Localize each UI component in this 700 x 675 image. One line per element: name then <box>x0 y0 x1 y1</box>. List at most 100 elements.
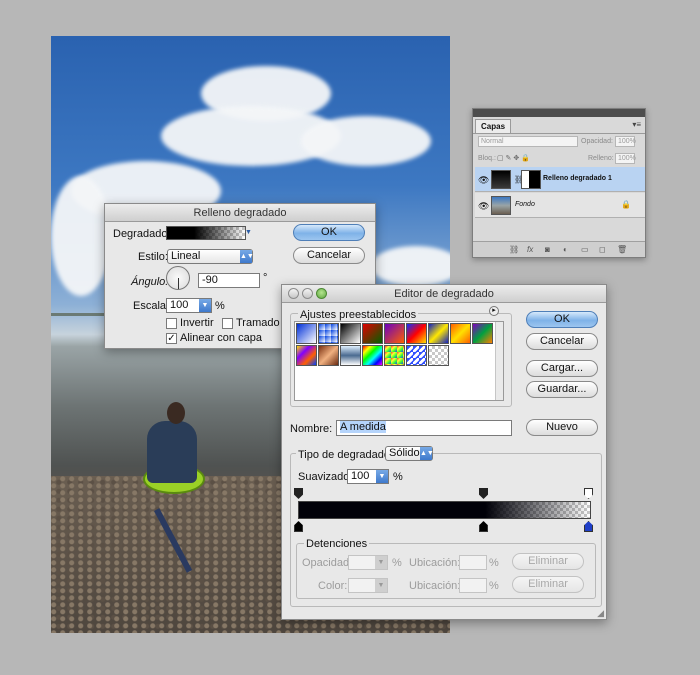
chevron-updown-icon: ▲▼ <box>240 250 254 263</box>
layer-row[interactable]: 👁 ⛓ Relleno degradado 1 <box>475 167 645 192</box>
angle-dial[interactable] <box>166 266 190 290</box>
minimize-icon[interactable] <box>302 288 313 299</box>
fill-field[interactable]: 100% <box>615 153 636 164</box>
smoothness-input[interactable]: 100 ▼ <box>347 469 389 484</box>
angle-input[interactable]: -90 <box>198 273 260 288</box>
chevron-down-icon[interactable]: ▼ <box>375 579 387 592</box>
preset-swatch[interactable] <box>450 323 471 344</box>
gradient-editor-window: Editor de degradado Ajustes preestableci… <box>281 284 607 620</box>
preset-swatch[interactable] <box>340 345 361 366</box>
layers-tab[interactable]: Capas <box>475 119 512 133</box>
new-layer-icon[interactable]: ◻ <box>599 245 606 254</box>
stop-color-swatch[interactable]: ▼ <box>348 578 388 593</box>
preset-swatch[interactable] <box>318 323 339 344</box>
gradient-label: Degradado: <box>113 228 171 240</box>
fill-label: Relleno: <box>588 155 614 162</box>
smoothness-unit: % <box>393 471 403 483</box>
adjustment-icon[interactable]: ◐ <box>563 245 568 254</box>
preset-swatch[interactable] <box>296 345 317 366</box>
opacity-field[interactable]: 100% <box>615 136 636 147</box>
gradient-layer-thumbnail <box>491 170 511 189</box>
preset-swatch[interactable] <box>406 323 427 344</box>
lock-icons[interactable]: ▢ ✎ ✥ 🔒 <box>497 154 530 162</box>
align-label: Alinear con capa <box>180 332 262 344</box>
stop-opacity-label: Opacidad: <box>302 557 353 569</box>
preset-swatch[interactable] <box>362 323 383 344</box>
cloud <box>301 116 431 166</box>
preset-swatch[interactable] <box>428 323 449 344</box>
presets-menu-icon[interactable]: ▸ <box>489 306 499 316</box>
layer-row[interactable]: 👁 Fondo 🔒 <box>475 193 645 218</box>
dialog-title: Relleno degradado <box>105 204 375 222</box>
close-icon[interactable] <box>288 288 299 299</box>
preset-swatch[interactable] <box>362 345 383 366</box>
gradient-dropdown-arrow[interactable]: ▼ <box>245 226 252 240</box>
layer-mask-thumbnail <box>521 170 541 189</box>
save-button[interactable]: Guardar... <box>526 381 598 398</box>
preset-swatch[interactable] <box>428 345 449 366</box>
stop-color-location-label: Ubicación: <box>409 580 461 592</box>
zoom-icon[interactable] <box>316 288 327 299</box>
new-button[interactable]: Nuevo <box>526 419 598 436</box>
preset-swatch[interactable] <box>296 323 317 344</box>
stop-opacity-input[interactable]: ▼ <box>348 555 388 570</box>
layer-name: Fondo <box>515 201 535 208</box>
fx-icon[interactable]: fx <box>527 245 533 254</box>
dither-checkbox[interactable] <box>222 318 233 329</box>
dither-label: Tramado <box>236 317 280 329</box>
preset-swatch[interactable] <box>472 323 493 344</box>
preset-swatch[interactable] <box>318 345 339 366</box>
invert-checkbox[interactable] <box>166 318 177 329</box>
mask-icon[interactable]: ◙ <box>545 245 550 254</box>
resize-grip-icon[interactable]: ◢ <box>597 608 604 619</box>
smoothness-value: 100 <box>351 470 370 482</box>
stop-color-location-unit: % <box>489 580 499 592</box>
gradient-bar[interactable] <box>298 501 591 519</box>
preset-swatch[interactable] <box>384 323 405 344</box>
delete-opacity-stop-button[interactable]: Eliminar <box>512 553 584 570</box>
name-input[interactable]: A medida <box>336 420 512 436</box>
kayaker <box>147 421 197 483</box>
chevron-down-icon[interactable]: ▼ <box>376 470 388 483</box>
cancel-button[interactable]: Cancelar <box>526 333 598 350</box>
presets-scrollbar[interactable] <box>495 322 503 400</box>
panel-menu-icon[interactable]: ▾≡ <box>632 120 641 129</box>
gradient-preview[interactable] <box>166 226 246 240</box>
degree-unit: ° <box>263 272 268 284</box>
presets-label: Ajustes preestablecidos <box>298 309 419 321</box>
gradient-type-label: Tipo de degradado: <box>296 449 395 461</box>
load-button[interactable]: Cargar... <box>526 360 598 377</box>
scale-value: 100 <box>170 299 189 311</box>
stop-color-location-input[interactable] <box>459 578 487 593</box>
layers-panel: Capas ▾≡ Normal Opacidad: 100% Bloq.: ▢ … <box>472 108 646 258</box>
cloud <box>51 176 111 296</box>
eye-icon[interactable]: 👁 <box>478 175 489 186</box>
preset-swatch[interactable] <box>406 345 427 366</box>
eye-icon[interactable]: 👁 <box>478 201 489 212</box>
ok-button[interactable]: OK <box>526 311 598 328</box>
scale-input[interactable]: 100 ▼ <box>166 298 212 313</box>
cancel-button[interactable]: Cancelar <box>293 247 365 264</box>
invert-label: Invertir <box>180 317 214 329</box>
name-value: A medida <box>340 421 386 433</box>
delete-color-stop-button[interactable]: Eliminar <box>512 576 584 593</box>
align-checkbox[interactable]: ✓ <box>166 333 177 344</box>
stop-location-label: Ubicación: <box>409 557 461 569</box>
preset-swatch[interactable] <box>384 345 405 366</box>
preset-swatch[interactable] <box>340 323 361 344</box>
stop-location-unit: % <box>489 557 499 569</box>
stop-location-input[interactable] <box>459 555 487 570</box>
angle-dial-needle <box>178 278 179 289</box>
editor-titlebar: Editor de degradado <box>282 285 606 303</box>
trash-icon[interactable]: 🗑 <box>617 245 627 254</box>
background-layer-thumbnail <box>491 196 511 215</box>
chevron-down-icon[interactable]: ▼ <box>199 299 211 312</box>
blend-mode-select[interactable]: Normal <box>478 136 578 147</box>
ok-button[interactable]: OK <box>293 224 365 241</box>
link-layers-icon[interactable]: ⛓ <box>509 245 519 254</box>
gradient-type-select[interactable]: Sólido ▲▼ <box>385 446 434 461</box>
style-select[interactable]: Lineal ▲▼ <box>167 249 254 264</box>
folder-icon[interactable]: ▭ <box>581 245 589 254</box>
name-label: Nombre: <box>290 423 333 435</box>
chevron-down-icon[interactable]: ▼ <box>375 556 387 569</box>
